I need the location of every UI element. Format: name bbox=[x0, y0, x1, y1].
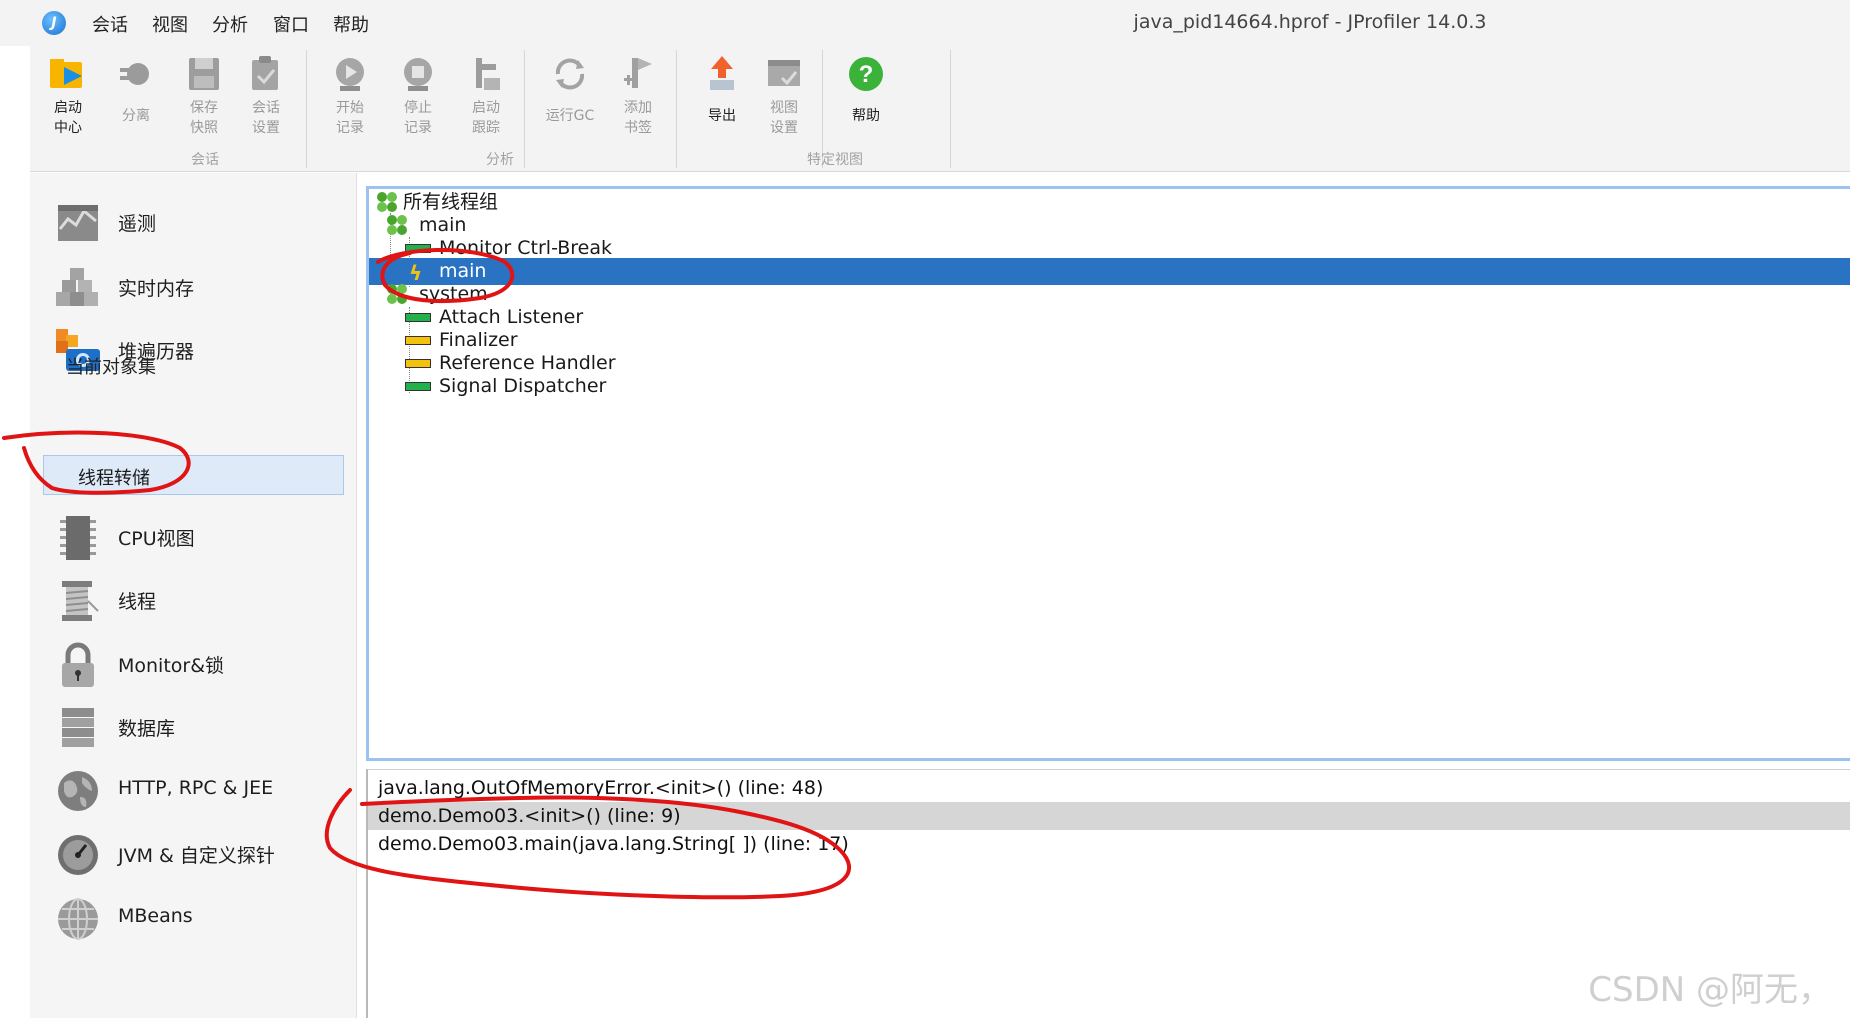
nav-item-databases[interactable]: 数据库 bbox=[30, 698, 357, 758]
monitor-lock-icon bbox=[54, 641, 102, 689]
start-center-button[interactable]: 启动 中心 bbox=[36, 54, 100, 138]
start-tracking-button[interactable]: 启动 跟踪 bbox=[454, 54, 518, 138]
csdn-watermark: CSDN @阿无， bbox=[1588, 970, 1832, 1010]
help-button[interactable]: ? 帮助 bbox=[834, 54, 898, 126]
nav-item-jvm-probes[interactable]: JVM & 自定义探针 bbox=[30, 825, 357, 885]
add-bookmark-icon bbox=[618, 54, 658, 94]
view-settings-icon bbox=[764, 54, 804, 94]
thread-group-icon bbox=[377, 192, 397, 212]
view-selector-sidebar: 遥测 实时内存 堆遍历器 当前对象集 线程转储 CPU视图 线程 Monitor… bbox=[30, 173, 357, 1018]
toolbar-group-view-specific: 特定视图 bbox=[807, 152, 863, 168]
thread-running-icon bbox=[405, 313, 431, 322]
view-settings-button[interactable]: 视图 设置 bbox=[752, 54, 816, 138]
toolbar-group-analyze: 分析 bbox=[486, 152, 514, 168]
http-rpc-icon bbox=[54, 767, 102, 815]
stop-recording-button[interactable]: 停止 记录 bbox=[386, 54, 450, 138]
detach-icon bbox=[116, 54, 156, 94]
thread-running-icon bbox=[405, 244, 431, 253]
start-recording-button[interactable]: 开始 记录 bbox=[318, 54, 382, 138]
telemetry-icon bbox=[54, 199, 102, 247]
database-icon bbox=[54, 704, 102, 752]
nav-sub-current-object-set[interactable]: 当前对象集 bbox=[66, 353, 156, 379]
session-settings-button[interactable]: 会话 设置 bbox=[234, 54, 298, 138]
run-gc-button[interactable]: 运行GC bbox=[538, 54, 602, 126]
detach-button[interactable]: 分离 bbox=[104, 54, 168, 126]
toolbar-group-session: 会话 bbox=[191, 152, 219, 168]
export-button[interactable]: 导出 bbox=[690, 54, 754, 126]
thread-waiting-icon bbox=[405, 359, 431, 368]
thread-waiting-icon bbox=[405, 336, 431, 345]
cpu-views-icon bbox=[54, 514, 102, 562]
export-icon bbox=[702, 54, 742, 94]
svg-text:?: ? bbox=[859, 61, 874, 88]
nav-item-telemetry[interactable]: 遥测 bbox=[30, 193, 357, 253]
start-center-icon bbox=[48, 54, 88, 94]
thread-running-icon bbox=[405, 382, 431, 391]
nav-item-mbeans[interactable]: MBeans bbox=[30, 889, 357, 949]
stop-recording-icon bbox=[398, 54, 438, 94]
tree-node-thread-signal-dispatcher[interactable]: Signal Dispatcher bbox=[369, 373, 1850, 400]
run-gc-icon bbox=[550, 54, 590, 94]
save-snapshot-button[interactable]: 保存 快照 bbox=[172, 54, 236, 138]
window-title: java_pid14664.hprof - JProfiler 14.0.3 bbox=[1133, 11, 1487, 33]
stack-frame[interactable]: demo.Demo03.main(java.lang.String[ ]) (l… bbox=[368, 830, 1850, 858]
nav-item-monitors-locks[interactable]: Monitor&锁 bbox=[30, 635, 357, 695]
live-memory-icon bbox=[54, 264, 102, 312]
help-icon: ? bbox=[846, 54, 886, 94]
toolbar: 启动 中心 分离 保存 快照 会话 设置 开始 记录 停止 记录 启动 跟踪 运… bbox=[30, 46, 1850, 172]
toolbar-separator bbox=[676, 50, 677, 168]
nav-item-http-rpc-jee[interactable]: HTTP, RPC & JEE bbox=[30, 761, 357, 821]
save-snapshot-icon bbox=[184, 54, 224, 94]
stack-frame[interactable]: java.lang.OutOfMemoryError.<init>() (lin… bbox=[368, 774, 1850, 802]
nav-item-live-memory[interactable]: 实时内存 bbox=[30, 258, 357, 318]
thread-tree[interactable]: 所有线程组 main Monitor Ctrl-Break ϟ main sys… bbox=[366, 186, 1850, 761]
start-tracking-icon bbox=[466, 54, 506, 94]
jvm-probes-icon bbox=[54, 831, 102, 879]
thread-group-icon bbox=[387, 284, 407, 304]
nav-sub-thread-dumps[interactable]: 线程转储 bbox=[43, 455, 344, 495]
start-recording-icon bbox=[330, 54, 370, 94]
nav-item-cpu-views[interactable]: CPU视图 bbox=[30, 508, 357, 568]
toolbar-separator bbox=[950, 50, 951, 168]
thread-group-icon bbox=[387, 215, 407, 235]
session-settings-icon bbox=[246, 54, 286, 94]
threads-icon bbox=[54, 577, 102, 625]
mbeans-icon bbox=[54, 895, 102, 943]
menu-bar: J 会话 视图 分析 窗口 帮助 java_pid14664.hprof - J… bbox=[0, 0, 1850, 46]
add-bookmark-button[interactable]: 添加 书签 bbox=[606, 54, 670, 138]
toolbar-separator bbox=[306, 50, 307, 168]
nav-item-threads[interactable]: 线程 bbox=[30, 571, 357, 631]
stack-frame[interactable]: demo.Demo03.<init>() (line: 9) bbox=[368, 802, 1850, 830]
